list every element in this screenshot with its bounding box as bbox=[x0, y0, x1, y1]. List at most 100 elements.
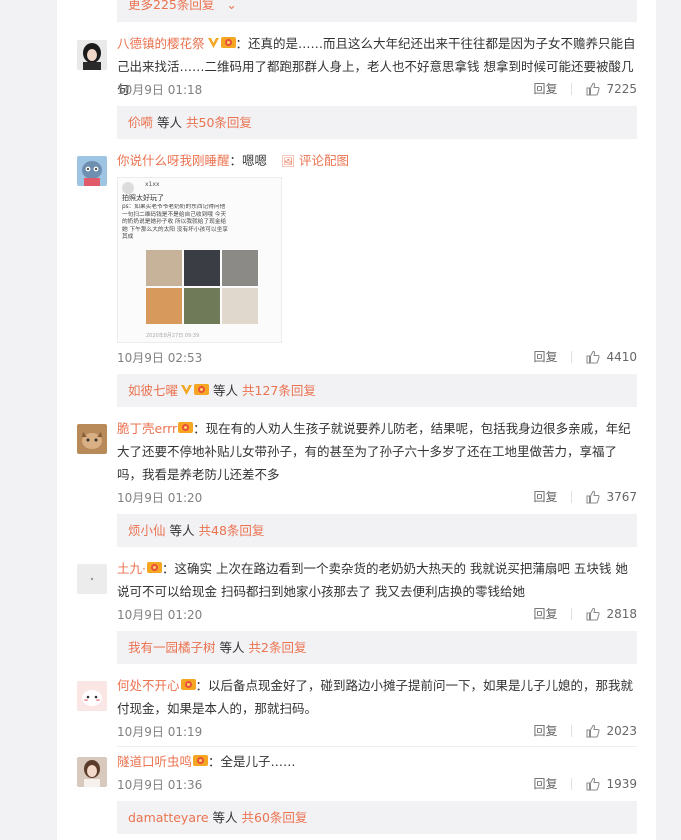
comment-actions: 回复 2023 bbox=[533, 722, 637, 739]
username[interactable]: 脆丁壳errr bbox=[117, 421, 177, 436]
reply-etc: 等人 bbox=[213, 383, 239, 398]
comment-image-thumbnail[interactable]: x1xx 拍照太好玩了 ps：如果买老爷爷老奶奶的东西记得问他 一句扫二维码钱是… bbox=[117, 177, 282, 343]
reply-button[interactable]: 回复 bbox=[533, 605, 557, 622]
username[interactable]: 何处不开心 bbox=[117, 678, 180, 693]
thumb-photo bbox=[184, 288, 220, 324]
thumbs-up-icon bbox=[586, 607, 601, 620]
reply-count-link[interactable]: 共127条回复 bbox=[242, 383, 316, 398]
reply-users[interactable]: 伱嗬 bbox=[128, 115, 153, 130]
divider bbox=[117, 746, 637, 747]
comment-actions: 回复 3767 bbox=[533, 488, 637, 505]
comment-time: 10月9日 02:53 bbox=[117, 351, 203, 365]
like-button[interactable]: 2023 bbox=[586, 724, 637, 738]
like-count: 2023 bbox=[606, 723, 637, 738]
like-button[interactable]: 1939 bbox=[586, 777, 637, 791]
avatar[interactable] bbox=[77, 757, 107, 787]
reply-count-link[interactable]: 共48条回复 bbox=[199, 523, 265, 538]
comment-actions: 回复 4410 bbox=[533, 348, 637, 365]
reply-etc: 等人 bbox=[212, 810, 238, 825]
like-count: 2818 bbox=[606, 606, 637, 621]
like-button[interactable]: 4410 bbox=[586, 350, 637, 364]
thumbs-up-icon bbox=[586, 777, 601, 790]
avatar[interactable] bbox=[77, 156, 107, 186]
username[interactable]: 你说什么呀我刚睡醒 bbox=[117, 153, 230, 168]
reply-count-link[interactable]: 共60条回复 bbox=[242, 810, 308, 825]
image-icon: 🖼 bbox=[281, 155, 295, 168]
comment-actions: 回复 1939 bbox=[533, 775, 637, 792]
comment-time: 10月9日 01:19 bbox=[117, 725, 203, 739]
like-count: 1939 bbox=[606, 776, 637, 791]
like-count: 7225 bbox=[606, 81, 637, 96]
comment-text: ：全是儿子…… bbox=[208, 754, 296, 769]
like-button[interactable]: 7225 bbox=[586, 82, 637, 96]
reply-summary[interactable]: 如彼七曜 等人 共127条回复 bbox=[117, 374, 637, 407]
reply-users[interactable]: damatteyare bbox=[128, 810, 209, 825]
more-replies-box[interactable]: 更多225条回复 ⌄ bbox=[117, 0, 637, 22]
verified-v-icon bbox=[180, 375, 193, 395]
comment-text: ：现在有的人劝人生孩子就说要养儿防老，结果呢，包括我身边很多亲戚，年纪大了还要不… bbox=[117, 421, 631, 482]
thumbs-up-icon bbox=[586, 82, 601, 95]
divider bbox=[571, 82, 573, 95]
thumb-footer: 2020年8月27日 09:39 bbox=[146, 333, 200, 339]
comment-body: 你说什么呀我刚睡醒：嗯嗯 🖼 评论配图 bbox=[117, 149, 638, 173]
member-badge-icon bbox=[146, 558, 162, 573]
thumb-photo bbox=[222, 250, 258, 286]
reply-count-link[interactable]: 共2条回复 bbox=[249, 640, 307, 655]
more-replies-link[interactable]: 更多225条回复 bbox=[128, 0, 214, 12]
comment-body: 脆丁壳errr ：现在有的人劝人生孩子就说要养儿防老，结果呢，包括我身边很多亲戚，… bbox=[117, 417, 638, 486]
like-button[interactable]: 2818 bbox=[586, 607, 637, 621]
avatar[interactable] bbox=[77, 681, 107, 711]
reply-users[interactable]: 烦小仙 bbox=[128, 523, 166, 538]
reply-summary[interactable]: damatteyare 等人 共60条回复 bbox=[117, 801, 637, 834]
page-gutter bbox=[656, 0, 681, 840]
thumb-photo bbox=[146, 250, 182, 286]
avatar[interactable] bbox=[77, 564, 107, 594]
image-attachment-link[interactable]: 🖼 评论配图 bbox=[281, 153, 349, 168]
member-badge-icon bbox=[178, 418, 194, 433]
reply-users[interactable]: 如彼七曜 bbox=[128, 383, 178, 398]
divider bbox=[571, 777, 573, 790]
divider bbox=[571, 607, 573, 620]
thumbs-up-icon bbox=[586, 724, 601, 737]
reply-button[interactable]: 回复 bbox=[533, 80, 557, 97]
comment-body: 土九· ：这确实 上次在路边看到一个卖杂货的老奶奶大热天的 我就说买把蒲扇吧 五块… bbox=[117, 557, 638, 603]
thumb-caption: ps：如果买老爷爷老奶奶的东西记得问他 一句扫二维码钱是不是给自己收到哦 今天 … bbox=[122, 204, 228, 240]
reply-users[interactable]: 我有一园橘子树 bbox=[128, 640, 216, 655]
comment-actions: 回复 2818 bbox=[533, 605, 637, 622]
member-badge-icon bbox=[194, 375, 210, 395]
reply-summary[interactable]: 烦小仙 等人 共48条回复 bbox=[117, 514, 637, 547]
member-badge-icon bbox=[220, 33, 236, 48]
thumb-photo bbox=[222, 288, 258, 324]
username[interactable]: 土九· bbox=[117, 561, 146, 576]
reply-etc: 等人 bbox=[169, 523, 195, 538]
reply-button[interactable]: 回复 bbox=[533, 348, 557, 365]
thumb-username: x1xx bbox=[145, 181, 160, 188]
like-count: 4410 bbox=[606, 349, 637, 364]
thumb-photo bbox=[184, 250, 220, 286]
comment-time: 10月9日 01:20 bbox=[117, 491, 203, 505]
reply-count-link[interactable]: 共50条回复 bbox=[186, 115, 252, 130]
username[interactable]: 八德镇的樱花祭 bbox=[117, 36, 205, 51]
avatar[interactable] bbox=[77, 40, 107, 70]
reply-etc: 等人 bbox=[219, 640, 245, 655]
thumb-line: 拍照太好玩了 bbox=[122, 194, 164, 202]
divider bbox=[571, 350, 573, 363]
like-button[interactable]: 3767 bbox=[586, 490, 637, 504]
comment-text: ：嗯嗯 bbox=[229, 153, 268, 168]
reply-button[interactable]: 回复 bbox=[533, 775, 557, 792]
comment-time: 10月9日 01:18 bbox=[117, 83, 203, 97]
username[interactable]: 隧道口听虫鸣 bbox=[117, 754, 192, 769]
thumb-photo bbox=[146, 288, 182, 324]
reply-summary[interactable]: 伱嗬 等人 共50条回复 bbox=[117, 106, 637, 139]
comment-text: ：这确实 上次在路边看到一个卖杂货的老奶奶大热天的 我就说买把蒲扇吧 五块钱 她… bbox=[117, 561, 628, 599]
reply-etc: 等人 bbox=[157, 115, 183, 130]
comment-body: 何处不开心 ：以后备点现金好了，碰到路边小摊子提前问一下，如果是儿子儿媳的，那我就… bbox=[117, 674, 638, 720]
reply-summary[interactable]: 我有一园橘子树 等人 共2条回复 bbox=[117, 631, 637, 664]
like-count: 3767 bbox=[606, 489, 637, 504]
reply-button[interactable]: 回复 bbox=[533, 488, 557, 505]
avatar[interactable] bbox=[77, 424, 107, 454]
reply-button[interactable]: 回复 bbox=[533, 722, 557, 739]
thumbs-up-icon bbox=[586, 350, 601, 363]
thumbs-up-icon bbox=[586, 490, 601, 503]
comment-time: 10月9日 01:20 bbox=[117, 608, 203, 622]
